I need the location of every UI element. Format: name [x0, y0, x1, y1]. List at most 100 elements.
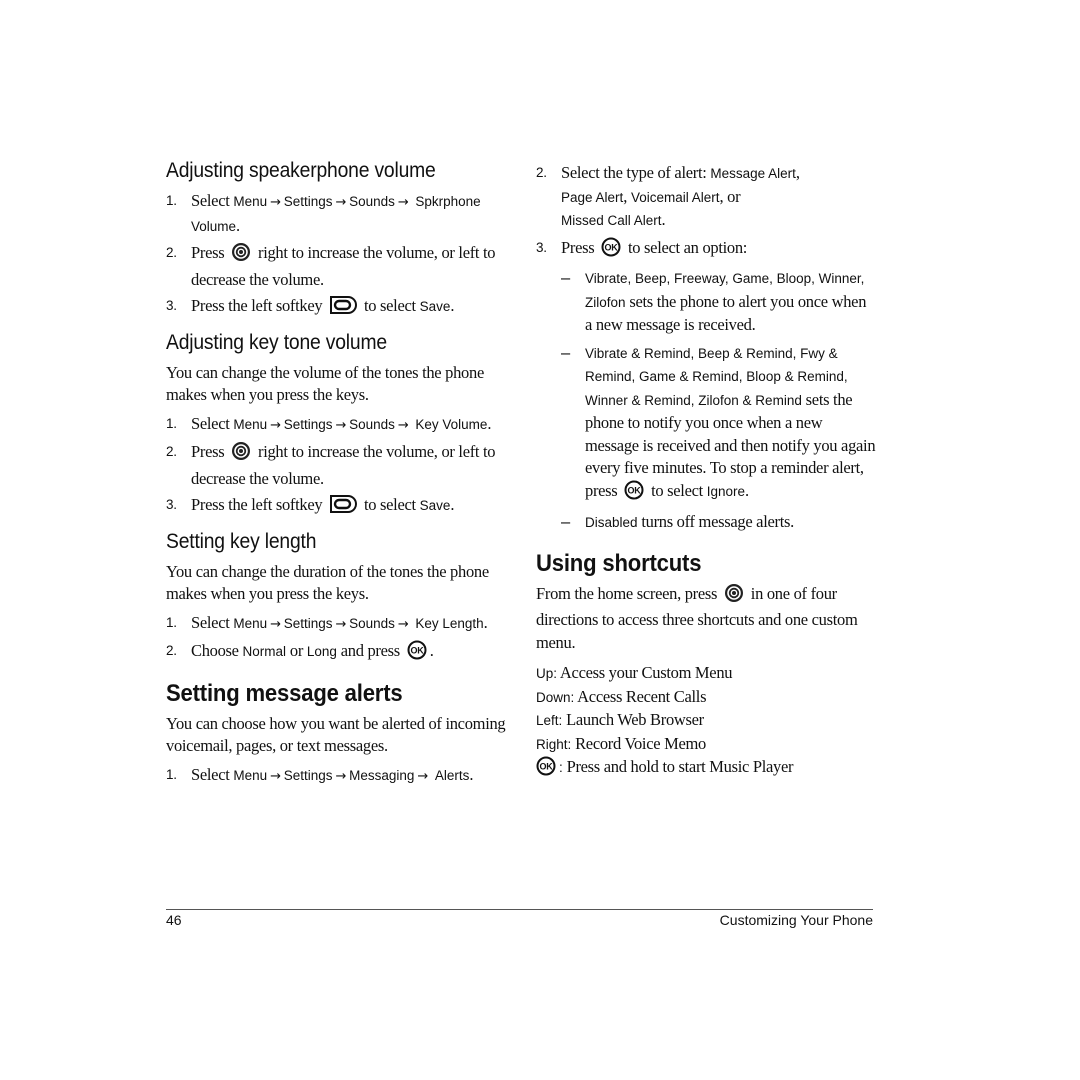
heading-using-shortcuts: Using shortcuts	[536, 549, 702, 577]
ok-key-icon: OK	[624, 480, 644, 507]
key-volume-label: Key Volume	[415, 416, 488, 432]
option-text: sets the phone to alert you once when a …	[585, 291, 867, 335]
shortcut-item-ok: OK: Press and hold to start Music Player	[536, 756, 876, 783]
shortcut-item-down: Down: Access Recent Calls	[536, 686, 876, 710]
heading-setting-message-alerts: Setting message alerts	[166, 679, 403, 707]
arrow-glyph: →	[397, 195, 409, 210]
arrow-glyph: →	[335, 768, 347, 784]
separator: ,	[795, 163, 800, 182]
key-tone-intro: You can change the volume of the tones t…	[166, 362, 484, 405]
message-alerts-intro: You can choose how you want be alerted o…	[166, 713, 506, 756]
arrow-glyph: →	[270, 195, 281, 210]
step-text: Press the left softkey	[191, 296, 327, 315]
step-text: Press	[561, 237, 599, 257]
footer-rule	[166, 909, 873, 910]
alert-option-item: – Vibrate & Remind, Beep & Remind, Fwy &…	[536, 342, 876, 507]
step-text: to select	[360, 495, 420, 514]
settings-label: Settings	[283, 767, 333, 783]
svg-text:OK: OK	[540, 762, 554, 772]
normal-label: Normal	[242, 644, 287, 659]
step-item: 2. Select the type of alert: Message Ale…	[536, 162, 876, 233]
step-text: Select the type of alert:	[561, 163, 711, 182]
separator: , or	[719, 186, 741, 206]
dash-glyph: –	[561, 343, 570, 362]
step-text: .	[487, 413, 492, 433]
step-text: Press the left softkey	[191, 495, 327, 514]
option-text: .	[745, 480, 749, 500]
shortcut-key: Down:	[536, 689, 575, 705]
step-number: 1.	[166, 193, 177, 208]
page-alert-label: Page Alert	[561, 189, 624, 205]
option-text: to select	[647, 480, 707, 500]
alerts-steps-left: 1. Select Menu → Settings → Messaging → Alert…	[166, 764, 506, 789]
step-item: 2. Press right to increase the volume, o…	[166, 441, 506, 490]
heading-key-length: Setting key length	[166, 529, 317, 553]
shortcuts-intro: From the home screen, press in one of fo…	[536, 583, 876, 655]
arrow-glyph: →	[270, 417, 281, 433]
message-alert-label: Message Alert	[710, 166, 796, 181]
step-text: Choose	[191, 641, 243, 660]
shortcut-key: Left:	[536, 713, 563, 728]
speakerphone-steps: 1. Select Menu → Settings → Sounds → Spkrphon…	[166, 190, 506, 322]
menu-label: Menu	[233, 194, 268, 209]
step-item: 3. Press the left softkey to select Save…	[166, 494, 506, 521]
disabled-label: Disabled	[585, 515, 638, 530]
shortcut-desc: Launch Web Browser	[562, 710, 704, 729]
step-text: Select	[191, 191, 234, 210]
shortcut-desc: Record Voice Memo	[571, 733, 706, 753]
step-item: 1. Select Menu → Settings → Sounds → Key Leng…	[166, 612, 506, 637]
menu-label: Menu	[233, 767, 268, 783]
step-text: .	[469, 764, 474, 784]
left-column: Adjusting speakerphone volume 1. Select …	[166, 158, 506, 792]
step-item: 2. Choose Normal or Long and press OK.	[166, 640, 506, 667]
alert-option-item: – Vibrate, Beep, Freeway, Game, Bloop, W…	[536, 267, 876, 337]
svg-text:OK: OK	[410, 646, 424, 656]
left-softkey-icon	[329, 295, 358, 322]
alerts-steps-right: 2. Select the type of alert: Message Ale…	[536, 162, 876, 263]
step-number: 2.	[536, 165, 547, 180]
step-text: .	[450, 296, 455, 315]
arrow-glyph: →	[335, 616, 347, 632]
step-number: 1.	[166, 415, 177, 431]
step-text: to select an option:	[624, 237, 748, 257]
step-text: .	[236, 215, 240, 235]
step-item: 1. Select Menu → Settings → Sounds → Key Volu…	[166, 413, 506, 438]
step-text: Select	[191, 413, 234, 433]
left-softkey-icon	[329, 494, 358, 521]
menu-label: Menu	[233, 416, 268, 432]
heading-key-tone-volume: Adjusting key tone volume	[166, 330, 387, 354]
step-item: 3. Press OK to select an option:	[536, 237, 876, 264]
key-length-label: Key Length	[415, 615, 484, 631]
key-length-intro: You can change the duration of the tones…	[166, 561, 489, 604]
arrow-glyph: →	[335, 195, 347, 210]
option-text: turns off message alerts.	[637, 512, 794, 531]
ok-key-icon: OK	[601, 237, 621, 264]
save-label: Save	[419, 299, 451, 314]
step-number: 3.	[536, 239, 547, 255]
ignore-label: Ignore	[706, 483, 746, 499]
right-column: 2. Select the type of alert: Message Ale…	[536, 162, 876, 783]
shortcut-item-up: Up: Access your Custom Menu	[536, 662, 876, 686]
settings-label: Settings	[283, 194, 333, 209]
step-text: .	[450, 495, 455, 514]
ok-key-icon: OK	[407, 640, 427, 667]
step-number: 2.	[166, 444, 177, 459]
step-text: to select	[360, 296, 420, 315]
navigation-key-icon	[724, 583, 744, 610]
step-text: Press	[191, 442, 229, 461]
settings-label: Settings	[283, 416, 333, 432]
sounds-label: Sounds	[349, 416, 395, 432]
missed-call-alert-label: Missed Call Alert	[561, 213, 662, 228]
step-text: .	[483, 612, 488, 632]
step-text: and press	[336, 641, 404, 660]
step-number: 2.	[166, 643, 177, 658]
heading-speakerphone-volume: Adjusting speakerphone volume	[166, 159, 436, 182]
navigation-key-icon	[231, 242, 251, 269]
step-item: 2. Press right to increase the volume, o…	[166, 242, 506, 291]
keytone-steps: 1. Select Menu → Settings → Sounds → Key Volu…	[166, 413, 506, 521]
step-text: Press	[191, 243, 229, 262]
arrow-glyph: →	[417, 768, 428, 784]
step-item: 3. Press the left softkey to select Save…	[166, 295, 506, 322]
step-number: 1.	[166, 766, 177, 782]
shortcut-desc: Access your Custom Menu	[557, 663, 733, 682]
